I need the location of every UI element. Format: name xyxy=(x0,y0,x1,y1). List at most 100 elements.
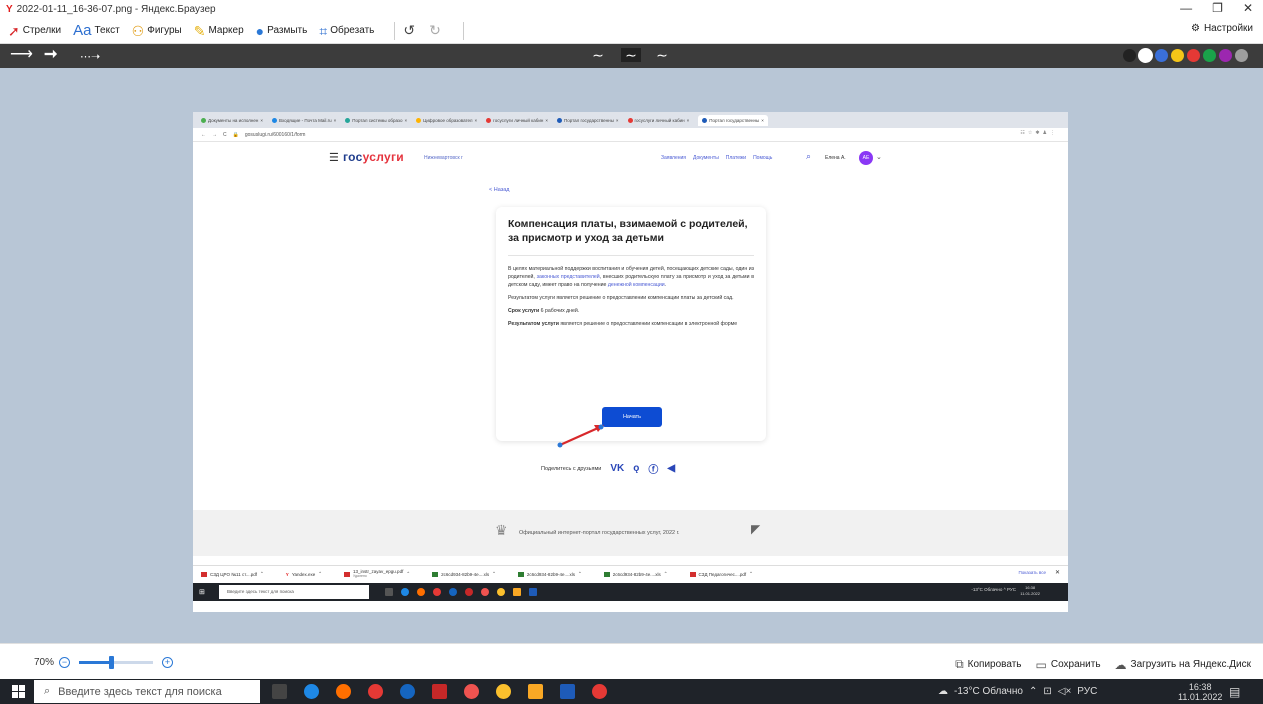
marker-tool[interactable]: ✎ Маркер xyxy=(194,24,244,38)
close-button[interactable]: ✕ xyxy=(1243,1,1253,15)
volume-icon[interactable]: ◁× xyxy=(1058,686,1072,697)
chevron-down-icon[interactable]: ⌄ xyxy=(876,153,882,161)
task-view-icon[interactable] xyxy=(272,684,287,699)
zoom-in-icon[interactable]: + xyxy=(162,657,174,668)
download-item[interactable]: 13_instr_zayav_epgu.pdf Удалено ⌃ xyxy=(344,569,410,579)
menu-burger-icon[interactable]: ☰ xyxy=(329,151,339,164)
back-arrow-icon[interactable]: ← xyxy=(201,132,206,138)
windows-start-icon[interactable] xyxy=(12,685,25,698)
download-item[interactable]: Y Yandex.exe ⌃ xyxy=(286,571,322,577)
browser-tab[interactable]: Портал системы образо × xyxy=(345,117,407,123)
yandex-browser-icon[interactable] xyxy=(592,684,607,699)
color-swatch[interactable] xyxy=(1203,49,1216,62)
download-item[interactable]: 2c6cd934-82b9-4e....xls ⌃ xyxy=(603,571,668,577)
close-tab-icon[interactable]: × xyxy=(334,118,337,123)
copy-button[interactable]: ⧉ Копировать xyxy=(955,657,1021,672)
back-link[interactable]: < Назад xyxy=(489,187,510,193)
nav-documents[interactable]: Документы xyxy=(693,155,719,161)
color-swatch[interactable] xyxy=(1187,49,1200,62)
odnoklassniki-icon[interactable]: ǫ xyxy=(633,463,639,474)
restore-button[interactable]: ❐ xyxy=(1212,1,1223,15)
settings-button[interactable]: ⚙ Настройки xyxy=(1191,23,1253,34)
browser-tab[interactable]: госуслуги личный кабин × xyxy=(486,117,548,123)
blur-tool[interactable]: ● Размыть xyxy=(256,24,308,38)
arrow-style-thin-icon[interactable]: ⟶ xyxy=(10,47,33,63)
yandex-browser-icon[interactable] xyxy=(368,684,383,699)
color-swatch[interactable] xyxy=(1219,49,1232,62)
telegram-icon[interactable]: ◀ xyxy=(667,463,675,474)
zoom-slider[interactable] xyxy=(79,656,154,669)
color-swatch[interactable] xyxy=(1139,49,1152,62)
app-icon[interactable] xyxy=(432,684,447,699)
gosuslugi-logo[interactable]: госуслуги xyxy=(343,150,404,164)
nav-payments[interactable]: Платежи xyxy=(726,155,746,161)
redo-icon[interactable]: ↻ xyxy=(429,22,441,39)
line-thick-icon[interactable]: ∼ xyxy=(652,48,672,62)
browser-tab[interactable]: Цифровое образовател × xyxy=(416,117,478,123)
file-explorer-icon[interactable] xyxy=(528,684,543,699)
close-tab-icon[interactable]: × xyxy=(616,118,619,123)
line-thin-icon[interactable]: ∼ xyxy=(588,48,608,62)
chrome-icon[interactable] xyxy=(464,684,479,699)
minimize-button[interactable]: — xyxy=(1180,1,1192,15)
close-tab-icon[interactable]: × xyxy=(475,118,478,123)
shapes-tool[interactable]: ⚇ Фигуры xyxy=(132,24,182,38)
browser-tab[interactable]: Портал государственны × xyxy=(698,114,768,126)
close-tab-icon[interactable]: × xyxy=(545,118,548,123)
text-tool[interactable]: Aa Текст xyxy=(73,23,120,38)
taskbar-search-input[interactable]: Введите здесь текст для поиска xyxy=(58,686,222,698)
undo-icon[interactable]: ↺ xyxy=(403,22,415,39)
chevron-up-icon[interactable]: ⌃ xyxy=(1029,686,1037,697)
close-icon[interactable]: ✕ xyxy=(1055,569,1060,576)
browser-tab[interactable]: Входящие - Почта Mail.ru × xyxy=(272,117,337,123)
legal-representatives-link[interactable]: законных представителей xyxy=(537,274,600,280)
notifications-icon[interactable]: ▤ xyxy=(1229,685,1240,699)
close-tab-icon[interactable]: × xyxy=(404,118,407,123)
close-tab-icon[interactable]: × xyxy=(761,118,764,123)
color-swatch[interactable] xyxy=(1171,49,1184,62)
forward-arrow-icon[interactable]: → xyxy=(212,132,217,138)
download-item[interactable]: СЗД Педагогичес....pdf ⌃ xyxy=(689,571,753,577)
firefox-icon[interactable] xyxy=(336,684,351,699)
crop-tool[interactable]: ⌗ Обрезать xyxy=(319,24,374,38)
save-button[interactable]: ▭ Сохранить xyxy=(1036,657,1101,672)
facebook-icon[interactable]: ⓕ xyxy=(648,461,658,476)
app-icon[interactable] xyxy=(400,684,415,699)
color-swatch[interactable] xyxy=(1235,49,1248,62)
language-indicator[interactable]: РУС xyxy=(1077,686,1097,697)
clock[interactable]: 16:38 11.01.2022 xyxy=(1178,682,1222,702)
network-icon[interactable]: ⊡ xyxy=(1043,686,1051,697)
browser-tab[interactable]: Портал государственны × xyxy=(556,117,619,123)
search-icon[interactable]: ⌕ xyxy=(806,151,811,162)
arrow-style-thick-icon[interactable]: ➞ xyxy=(44,47,57,63)
word-icon[interactable] xyxy=(560,684,575,699)
close-tab-icon[interactable]: × xyxy=(260,118,263,123)
edge-icon[interactable] xyxy=(304,684,319,699)
user-name[interactable]: Елена А. xyxy=(825,155,846,161)
download-item[interactable]: 2c6cd934-82b9-4e....xls ⌃ xyxy=(432,571,496,577)
city-selector[interactable]: Нижневартовск г xyxy=(424,155,463,161)
color-swatch[interactable] xyxy=(1123,49,1136,62)
reload-icon[interactable]: C xyxy=(223,132,227,138)
taskbar-search[interactable]: ⌕ Введите здесь текст для поиска xyxy=(34,680,260,703)
show-all-downloads[interactable]: Показать все xyxy=(1019,570,1046,575)
download-item[interactable]: СЗД ЦРО №11 ст....pdf ⌃ xyxy=(201,571,264,577)
avatar[interactable]: АЕ xyxy=(859,151,873,165)
nav-help[interactable]: Помощь xyxy=(753,155,772,161)
arrow-style-dotted-icon[interactable]: ⋯➝ xyxy=(80,49,100,65)
app-icon[interactable] xyxy=(496,684,511,699)
close-tab-icon[interactable]: × xyxy=(687,118,690,123)
browser-tab[interactable]: Документы на исполнен × xyxy=(201,117,263,123)
color-swatch[interactable] xyxy=(1155,49,1168,62)
weather[interactable]: -13°C Облачно xyxy=(954,686,1023,697)
vk-icon[interactable]: VK xyxy=(610,463,624,474)
url-text[interactable]: gosuslugi.ru/600160/1/form xyxy=(245,132,306,138)
red-annotation-arrow[interactable] xyxy=(552,420,612,452)
monetary-compensation-link[interactable]: денежной компенсации xyxy=(608,282,665,288)
zoom-slider-handle[interactable] xyxy=(108,656,114,669)
zoom-out-icon[interactable]: − xyxy=(59,657,71,668)
upload-disk-button[interactable]: ☁ Загрузить на Яндекс.Диск xyxy=(1115,657,1251,672)
address-bar[interactable]: ← → C 🔒 gosuslugi.ru/600160/1/form xyxy=(193,128,1068,142)
line-medium-icon[interactable]: ∼ xyxy=(621,48,641,62)
arrows-tool[interactable]: ➚ Стрелки xyxy=(8,24,61,38)
